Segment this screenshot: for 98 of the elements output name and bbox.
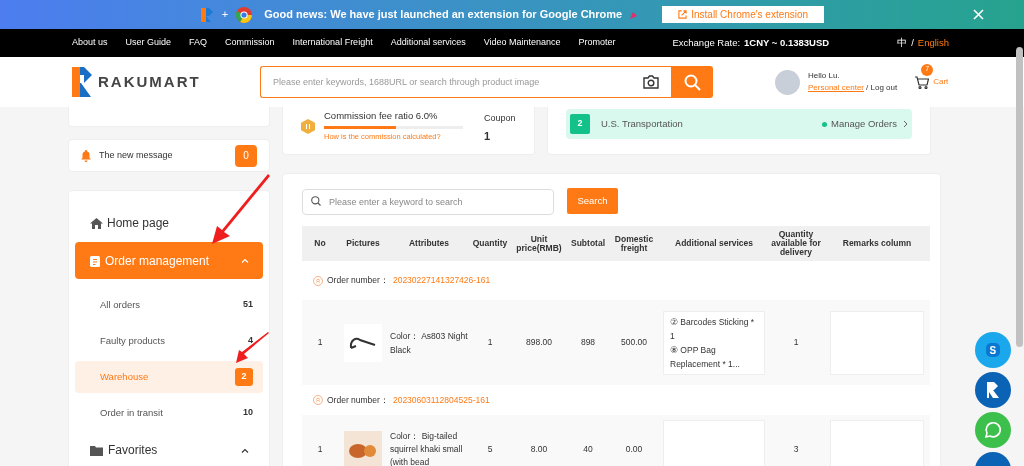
commission-ratio: Commission fee ratio 6.0% <box>324 109 439 123</box>
chat-button[interactable]: S <box>975 332 1011 368</box>
external-link-icon <box>678 10 688 19</box>
party-icon <box>630 10 639 19</box>
collapse-icon[interactable] <box>313 275 323 286</box>
chat-icon: S <box>986 343 1000 357</box>
order-number-label: Order number： <box>327 274 389 287</box>
column-header: Quantity <box>471 239 509 248</box>
app-button[interactable] <box>975 372 1011 408</box>
coupon-label: Coupon <box>484 112 516 125</box>
submenu-count: 51 <box>243 298 253 312</box>
nav-link[interactable]: International Freight <box>292 36 373 50</box>
column-header: Additional services <box>674 239 754 248</box>
logout-link[interactable]: / Log out <box>866 82 898 94</box>
attributes-text: Color： Big-tailed squirrel khaki small (with bead <box>389 430 464 466</box>
submenu-item[interactable]: Faulty products 4 <box>75 325 263 357</box>
close-icon[interactable] <box>973 9 984 20</box>
column-header: No <box>313 239 327 248</box>
order-number-label: Order number： <box>327 393 389 407</box>
folder-icon <box>90 444 103 456</box>
exchange-rate-value: 1CNY ~ 0.1383USD <box>744 35 830 50</box>
chevron-up-icon <box>241 258 249 263</box>
logo-icon <box>72 67 94 97</box>
message-count-badge: 0 <box>235 144 257 167</box>
exchange-rate-label: Exchange Rate: <box>672 35 741 50</box>
plus-sign: + <box>221 7 229 23</box>
cart-icon[interactable] <box>915 75 930 89</box>
nav-link[interactable]: About us <box>72 36 108 50</box>
phone-chat-icon <box>984 421 1002 439</box>
message-card[interactable]: The new message 0 <box>68 139 270 172</box>
nav-link[interactable]: User Guide <box>125 36 172 50</box>
language-option[interactable]: 中 <box>897 35 908 51</box>
submenu-count: 10 <box>243 406 253 420</box>
step-number-badge: 2 <box>570 114 590 134</box>
attributes-text: Color： As803 Night Black <box>389 329 469 357</box>
user-greeting: Hello Lu. <box>808 70 841 82</box>
column-header: Attributes <box>407 239 451 248</box>
column-header: Unit price(RMB) <box>515 234 563 253</box>
message-label: The new message <box>99 148 173 162</box>
submenu-count: 4 <box>248 334 253 348</box>
nav-link[interactable]: Additional services <box>390 36 466 50</box>
service-entry: ② Barcodes Sticking * 1 <box>670 315 756 343</box>
search-icon <box>311 196 321 206</box>
clipboard-icon <box>90 254 100 267</box>
table-cell-text: 1 <box>486 336 494 349</box>
transport-step-label: U.S. Transportation <box>601 116 683 131</box>
transport-step-row[interactable]: 2 U.S. Transportation Manage Orders <box>566 109 912 139</box>
nav-link[interactable]: Video Maintenance <box>483 36 561 50</box>
nav-link[interactable]: Commission <box>225 36 275 50</box>
product-search-field[interactable]: Please enter keywords, 1688URL or search through product image <box>260 66 671 98</box>
language-option[interactable]: English <box>917 35 949 51</box>
coupon-value: 1 <box>484 128 492 144</box>
table-cell-text: 3 <box>792 443 800 456</box>
manage-orders-link[interactable]: Manage Orders <box>831 116 908 132</box>
bell-icon <box>81 149 91 162</box>
submenu-item[interactable]: Order in transit 10 <box>75 397 263 429</box>
avatar-placeholder[interactable] <box>775 69 800 95</box>
search-icon <box>683 73 701 91</box>
annotation-arrow <box>234 332 270 364</box>
table-cell-text: 898.00 <box>525 336 553 349</box>
scrollbar-thumb[interactable] <box>1016 47 1023 347</box>
menu-group-header[interactable]: Favorites <box>75 435 263 465</box>
language-separator: / <box>911 35 914 50</box>
logo-icon <box>199 6 214 23</box>
table-cell-text: 500.00 <box>620 336 648 349</box>
column-header: Domestic freight <box>613 234 655 253</box>
table-cell-text: 8.00 <box>529 443 549 456</box>
chevron-up-icon <box>241 447 249 453</box>
submenu-count: 2 <box>235 368 253 386</box>
nav-link[interactable]: FAQ <box>189 36 208 50</box>
chevron-right-icon <box>903 120 908 128</box>
collapse-icon[interactable] <box>313 395 323 405</box>
submenu-item[interactable]: All orders 51 <box>75 289 263 321</box>
camera-icon[interactable] <box>643 75 659 89</box>
table-cell-text: 5 <box>486 443 494 456</box>
annotation-arrow <box>210 174 272 246</box>
level-badge-icon <box>301 119 315 134</box>
nav-link[interactable]: Promoter <box>578 36 616 50</box>
logo-icon <box>987 382 999 398</box>
browser-icon <box>236 6 253 23</box>
product-drawing <box>348 335 378 350</box>
column-header: Subtotal <box>570 239 606 248</box>
table-cell-text: 1 <box>316 336 324 349</box>
logo-text[interactable]: RAKUMART <box>98 70 201 94</box>
table-cell-text: 1 <box>316 443 324 456</box>
table-cell-text: 898 <box>579 336 597 349</box>
column-header: Pictures <box>345 239 381 248</box>
keyword-search-field[interactable]: Please enter a keyword to search <box>302 189 554 215</box>
service-entry: ⑧ OPP Bag Replacement * 1... <box>670 343 741 371</box>
banner-message: Good news: We have just launched an extension for Google Chrome <box>264 7 623 23</box>
search-button[interactable] <box>671 66 713 98</box>
menu-item[interactable]: Home page <box>75 209 263 237</box>
column-header: Quantity available for delivery <box>770 230 822 257</box>
table-cell-text: 40 <box>582 443 594 456</box>
column-header: Remarks column <box>841 239 913 248</box>
table-cell-text: 0.00 <box>624 443 644 456</box>
table-cell-text: 1 <box>792 336 800 349</box>
home-icon <box>90 217 103 229</box>
